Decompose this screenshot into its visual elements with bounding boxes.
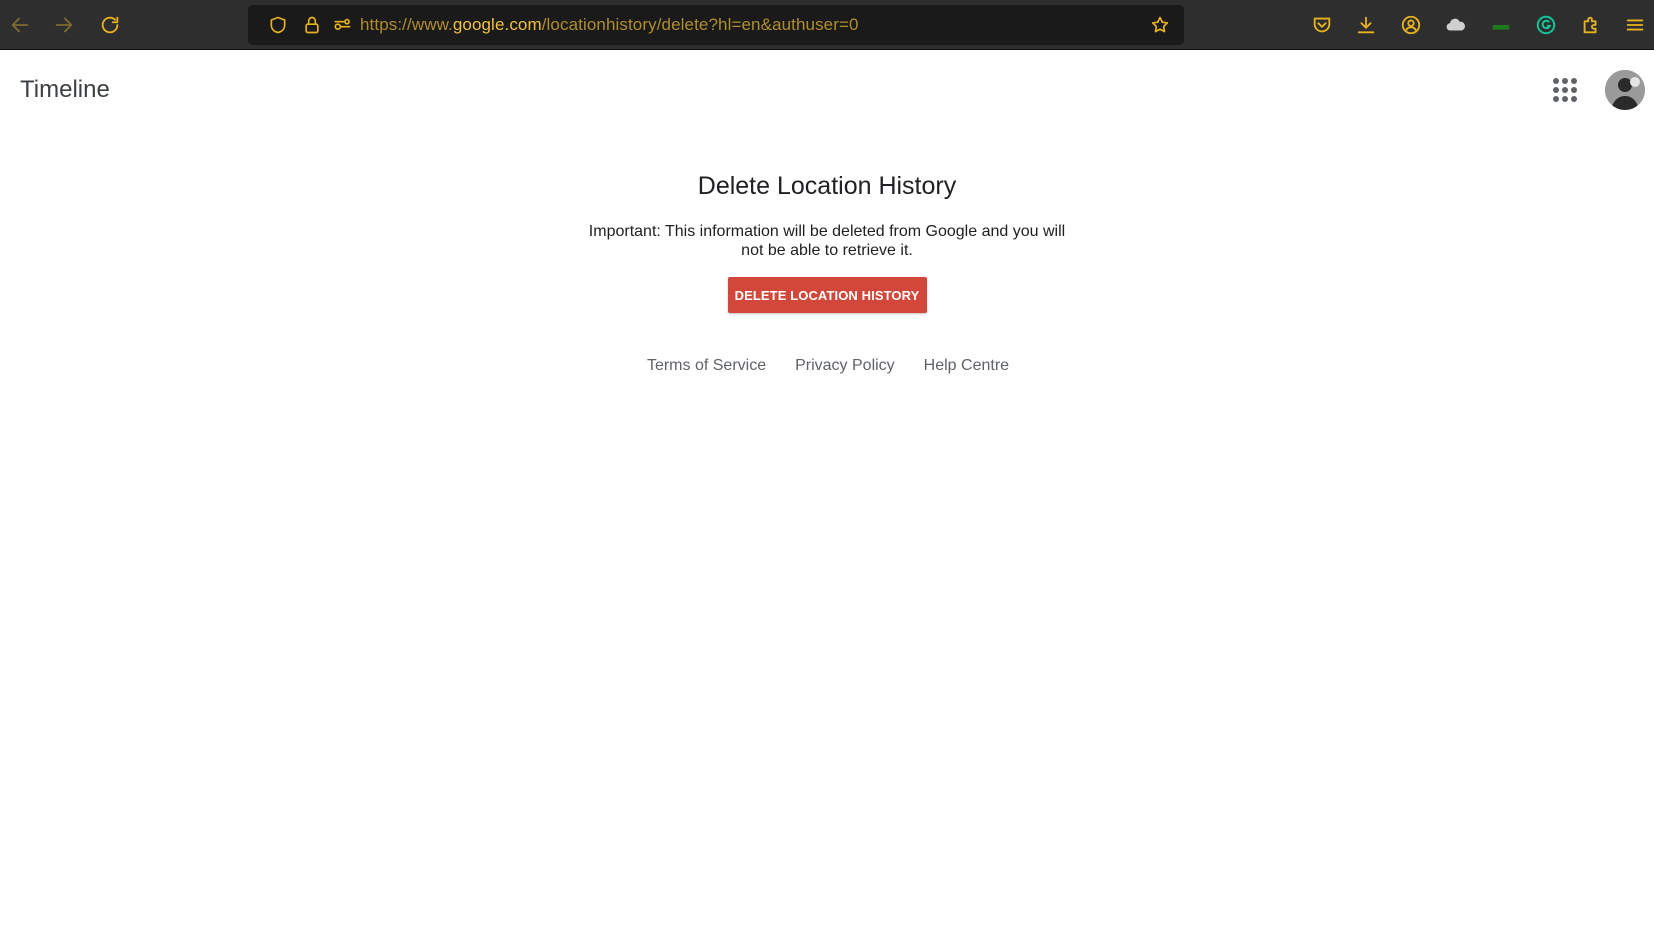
app-title[interactable]: Timeline — [20, 76, 110, 104]
footer-links: Terms of Service Privacy Policy Help Cen… — [0, 357, 1654, 375]
url-prefix: https://www. — [360, 15, 453, 34]
main-content: Delete Location History Important: This … — [0, 170, 1654, 375]
url-path: /locationhistory/delete?hl=en&authuser=0 — [541, 15, 859, 34]
star-icon[interactable] — [1148, 13, 1172, 37]
green-extension-icon[interactable] — [1488, 12, 1514, 38]
delete-location-history-button[interactable]: DELETE LOCATION HISTORY — [727, 277, 927, 313]
avatar[interactable] — [1605, 70, 1645, 110]
reload-button[interactable] — [94, 9, 126, 41]
account-icon[interactable] — [1398, 12, 1424, 38]
profile-photo-icon — [1605, 70, 1645, 110]
page-title: Delete Location History — [697, 172, 957, 200]
url-text[interactable]: https://www.google.com/locationhistory/d… — [360, 15, 859, 35]
grammarly-icon[interactable] — [1533, 12, 1559, 38]
back-button[interactable] — [4, 9, 36, 41]
arrow-right-icon — [55, 17, 73, 33]
browser-toolbar: https://www.google.com/locationhistory/d… — [0, 0, 1654, 50]
terms-of-service-link[interactable]: Terms of Service — [647, 357, 766, 375]
app-header: Timeline — [0, 50, 1654, 134]
forward-button[interactable] — [48, 9, 80, 41]
hamburger-menu-icon[interactable] — [1622, 12, 1648, 38]
google-apps-icon[interactable] — [1553, 78, 1577, 102]
reload-icon — [101, 16, 119, 34]
shield-icon[interactable] — [266, 13, 290, 37]
privacy-policy-link[interactable]: Privacy Policy — [795, 357, 895, 375]
pocket-icon[interactable] — [1309, 12, 1335, 38]
url-host: google.com — [452, 15, 542, 34]
download-icon[interactable] — [1353, 12, 1379, 38]
puzzle-icon[interactable] — [1578, 12, 1604, 38]
warning-text: Important: This information will be dele… — [588, 223, 1066, 259]
cloud-extension-icon[interactable] — [1443, 12, 1469, 38]
help-centre-link[interactable]: Help Centre — [924, 357, 1009, 375]
permissions-icon[interactable] — [330, 13, 354, 37]
arrow-left-icon — [11, 17, 29, 33]
lock-icon[interactable] — [300, 13, 324, 37]
address-bar[interactable]: https://www.google.com/locationhistory/d… — [248, 5, 1184, 45]
